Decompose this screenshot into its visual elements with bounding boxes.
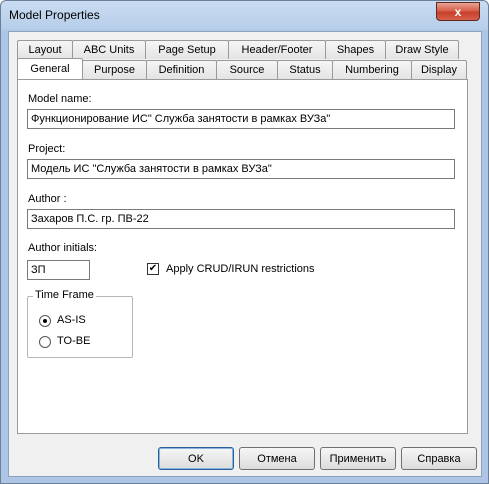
ok-button-label: OK	[188, 452, 204, 465]
tab-row-back: Layout ABC Units Page Setup Header/Foote…	[17, 40, 459, 59]
as-is-radio[interactable]	[39, 315, 51, 327]
tab-label: Definition	[158, 64, 205, 76]
tab-layout[interactable]: Layout	[17, 40, 73, 59]
time-frame-group	[27, 296, 133, 358]
radio-selected-dot	[43, 319, 47, 323]
tab-label: ABC Units	[83, 44, 135, 56]
dialog-client-area: Layout ABC Units Page Setup Header/Foote…	[8, 31, 482, 477]
tab-label: General	[30, 63, 70, 75]
title-bar: Model Properties x	[1, 1, 488, 31]
model-properties-window: Model Properties x Layout ABC Units Page…	[0, 0, 489, 484]
author-initials-label: Author initials:	[28, 242, 98, 254]
project-field[interactable]: Модель ИС "Служба занятости в рамках ВУЗ…	[27, 159, 455, 179]
author-label: Author :	[28, 193, 67, 205]
checkmark-icon: ✔	[148, 263, 158, 274]
tab-label: Draw Style	[395, 44, 449, 56]
apply-button[interactable]: Применить	[320, 447, 396, 470]
tab-status[interactable]: Status	[277, 60, 333, 79]
close-button[interactable]: x	[436, 2, 480, 21]
model-name-field[interactable]: Функционирование ИС" Служба занятости в …	[27, 109, 455, 129]
help-button-label: Справка	[417, 452, 461, 465]
cancel-button[interactable]: Отмена	[239, 447, 315, 470]
tab-abc-units[interactable]: ABC Units	[72, 40, 146, 59]
tab-header-footer[interactable]: Header/Footer	[228, 40, 326, 59]
tab-label: Display	[420, 64, 458, 76]
tab-row-front: General Purpose Definition Source Status…	[17, 58, 467, 79]
tab-general[interactable]: General	[17, 58, 83, 79]
general-tab-panel: Model name: Функционирование ИС" Служба …	[17, 79, 468, 434]
tab-label: Status	[289, 64, 321, 76]
tab-numbering[interactable]: Numbering	[332, 60, 412, 79]
model-name-label: Model name:	[28, 93, 92, 105]
tab-purpose[interactable]: Purpose	[82, 60, 147, 79]
close-icon: x	[454, 4, 462, 19]
time-frame-title: Time Frame	[33, 289, 96, 301]
to-be-radio[interactable]	[39, 336, 51, 348]
tab-shapes[interactable]: Shapes	[325, 40, 386, 59]
tab-display[interactable]: Display	[411, 60, 467, 79]
tab-source[interactable]: Source	[216, 60, 278, 79]
tab-label: Layout	[28, 44, 62, 56]
tab-page-setup[interactable]: Page Setup	[145, 40, 229, 59]
author-initials-field[interactable]: ЗП	[27, 260, 90, 280]
project-label: Project:	[28, 143, 66, 155]
crud-checkbox[interactable]: ✔	[147, 263, 159, 275]
window-title: Model Properties	[9, 8, 100, 22]
apply-button-label: Применить	[329, 452, 387, 465]
ok-button[interactable]: OK	[158, 447, 234, 470]
tab-label: Numbering	[345, 64, 399, 76]
tab-label: Source	[229, 64, 265, 76]
as-is-label[interactable]: AS-IS	[57, 314, 86, 326]
to-be-label[interactable]: TO-BE	[57, 335, 90, 347]
author-field[interactable]: Захаров П.С. гр. ПВ-22	[27, 209, 455, 229]
tab-definition[interactable]: Definition	[146, 60, 217, 79]
tab-draw-style[interactable]: Draw Style	[385, 40, 459, 59]
tab-label: Page Setup	[158, 44, 216, 56]
help-button[interactable]: Справка	[401, 447, 477, 470]
crud-label[interactable]: Apply CRUD/IRUN restrictions	[166, 263, 315, 275]
tab-label: Header/Footer	[241, 44, 313, 56]
tab-label: Shapes	[336, 44, 375, 56]
cancel-button-label: Отмена	[257, 452, 297, 465]
tab-label: Purpose	[94, 64, 135, 76]
